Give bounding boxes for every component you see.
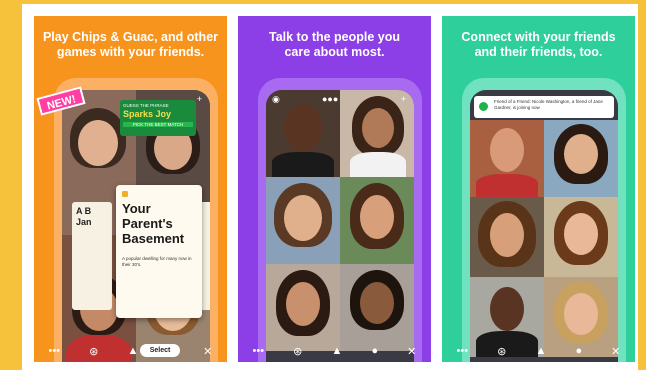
person-face: [284, 104, 322, 152]
person-face: [360, 195, 394, 239]
game-header-title: Sparks Joy: [123, 109, 172, 119]
game-icon[interactable]: ⊛: [293, 345, 302, 358]
more-icon[interactable]: •••: [253, 345, 265, 357]
caption-line-2: and their friends, too.: [474, 45, 603, 59]
phone-screen: Friend of a Friend: Nicole Washington, a…: [470, 90, 618, 362]
caption-line-2: care about most.: [284, 45, 385, 59]
close-icon[interactable]: ✕: [407, 345, 416, 358]
more-icon[interactable]: •••: [457, 345, 469, 357]
person-shirt: [350, 152, 406, 177]
caption-line-1: Connect with your friends: [461, 30, 616, 44]
phone-screen: ◉ ●●● +: [266, 90, 414, 362]
video-tile: [544, 120, 618, 197]
houseparty-logo-icon: [479, 102, 488, 111]
close-icon[interactable]: ✕: [611, 345, 620, 358]
mic-icon[interactable]: ●: [575, 345, 582, 357]
person-face: [564, 134, 598, 174]
video-tile: [340, 264, 414, 351]
person-face: [284, 195, 322, 241]
caption-line-1: Play Chips & Guac, and other: [42, 30, 219, 44]
game-icon[interactable]: ⊛: [497, 345, 506, 358]
video-tile: [266, 177, 340, 264]
more-icon[interactable]: •••: [49, 345, 61, 357]
screenshot-panel-talk: Talk to the people you care about most.: [238, 16, 431, 362]
game-icon[interactable]: ⊛: [89, 345, 98, 358]
call-controls-bar: ••• ⊛ ▲ ● ✕: [34, 340, 227, 362]
answer-card-left[interactable]: A B Jan: [72, 202, 112, 310]
top-icon-row: ◉ ●●● +: [266, 94, 414, 106]
person-face: [360, 282, 394, 324]
person-face: [78, 120, 118, 166]
person-face: [490, 287, 524, 331]
person-face: [286, 282, 320, 326]
answer-card-main[interactable]: Your Parent's Basement A popular dwellin…: [116, 185, 202, 318]
screenshot-panel-connect: Connect with your friends and their frie…: [442, 16, 635, 362]
screenshot-panel-games: Play Chips & Guac, and other games with …: [34, 16, 227, 362]
panel-caption: Connect with your friends and their frie…: [442, 30, 635, 60]
person-shirt: [476, 174, 538, 197]
caption-line-1: Talk to the people you: [268, 30, 401, 44]
caption-line-2: games with your friends.: [56, 45, 205, 59]
answer-card-title: Your Parent's Basement: [122, 201, 185, 246]
frame-top-border: [0, 0, 646, 4]
close-icon[interactable]: ✕: [203, 345, 212, 358]
join-notification[interactable]: Friend of a Friend: Nicole Washington, a…: [474, 96, 614, 118]
lock-icon[interactable]: ▲: [535, 345, 546, 357]
lock-icon[interactable]: ▲: [331, 345, 342, 357]
person-face: [490, 128, 524, 172]
card-marker-icon: [122, 191, 128, 197]
video-tile: [266, 264, 340, 351]
add-icon[interactable]: +: [401, 94, 406, 104]
video-tile: [470, 197, 544, 277]
select-button[interactable]: Select: [140, 344, 180, 357]
notification-text: Friend of a Friend: Nicole Washington, a…: [494, 99, 603, 110]
video-tile: [340, 177, 414, 264]
frame-right-border: [638, 0, 646, 370]
participants-icon[interactable]: ●●●: [322, 94, 338, 104]
lock-icon[interactable]: ▲: [127, 345, 138, 357]
game-header-button[interactable]: PICK THE BEST MATCH: [123, 122, 193, 127]
camera-icon[interactable]: ◉: [272, 94, 280, 105]
add-icon[interactable]: +: [197, 94, 202, 104]
answer-card-left-text: A B Jan: [76, 206, 92, 227]
person-face: [564, 213, 598, 255]
call-controls-bar: ••• ⊛ ▲ ● ✕: [442, 340, 635, 362]
phone-screen: ◉ + GUESS THE PHRASE Sparks Joy PICK THE…: [62, 90, 210, 362]
answer-card-description: A popular dwelling for many now in their…: [122, 256, 192, 267]
person-face: [362, 108, 394, 148]
person-shirt: [272, 152, 334, 177]
video-tile: [544, 197, 618, 277]
panel-caption: Talk to the people you care about most.: [238, 30, 431, 60]
video-tile: [470, 120, 544, 197]
person-face: [490, 213, 524, 257]
frame-left-border: [0, 0, 22, 370]
person-face: [564, 293, 598, 335]
call-controls-bar: ••• ⊛ ▲ ● ✕: [238, 340, 431, 362]
panel-caption: Play Chips & Guac, and other games with …: [34, 30, 227, 60]
mic-icon[interactable]: ●: [371, 345, 378, 357]
